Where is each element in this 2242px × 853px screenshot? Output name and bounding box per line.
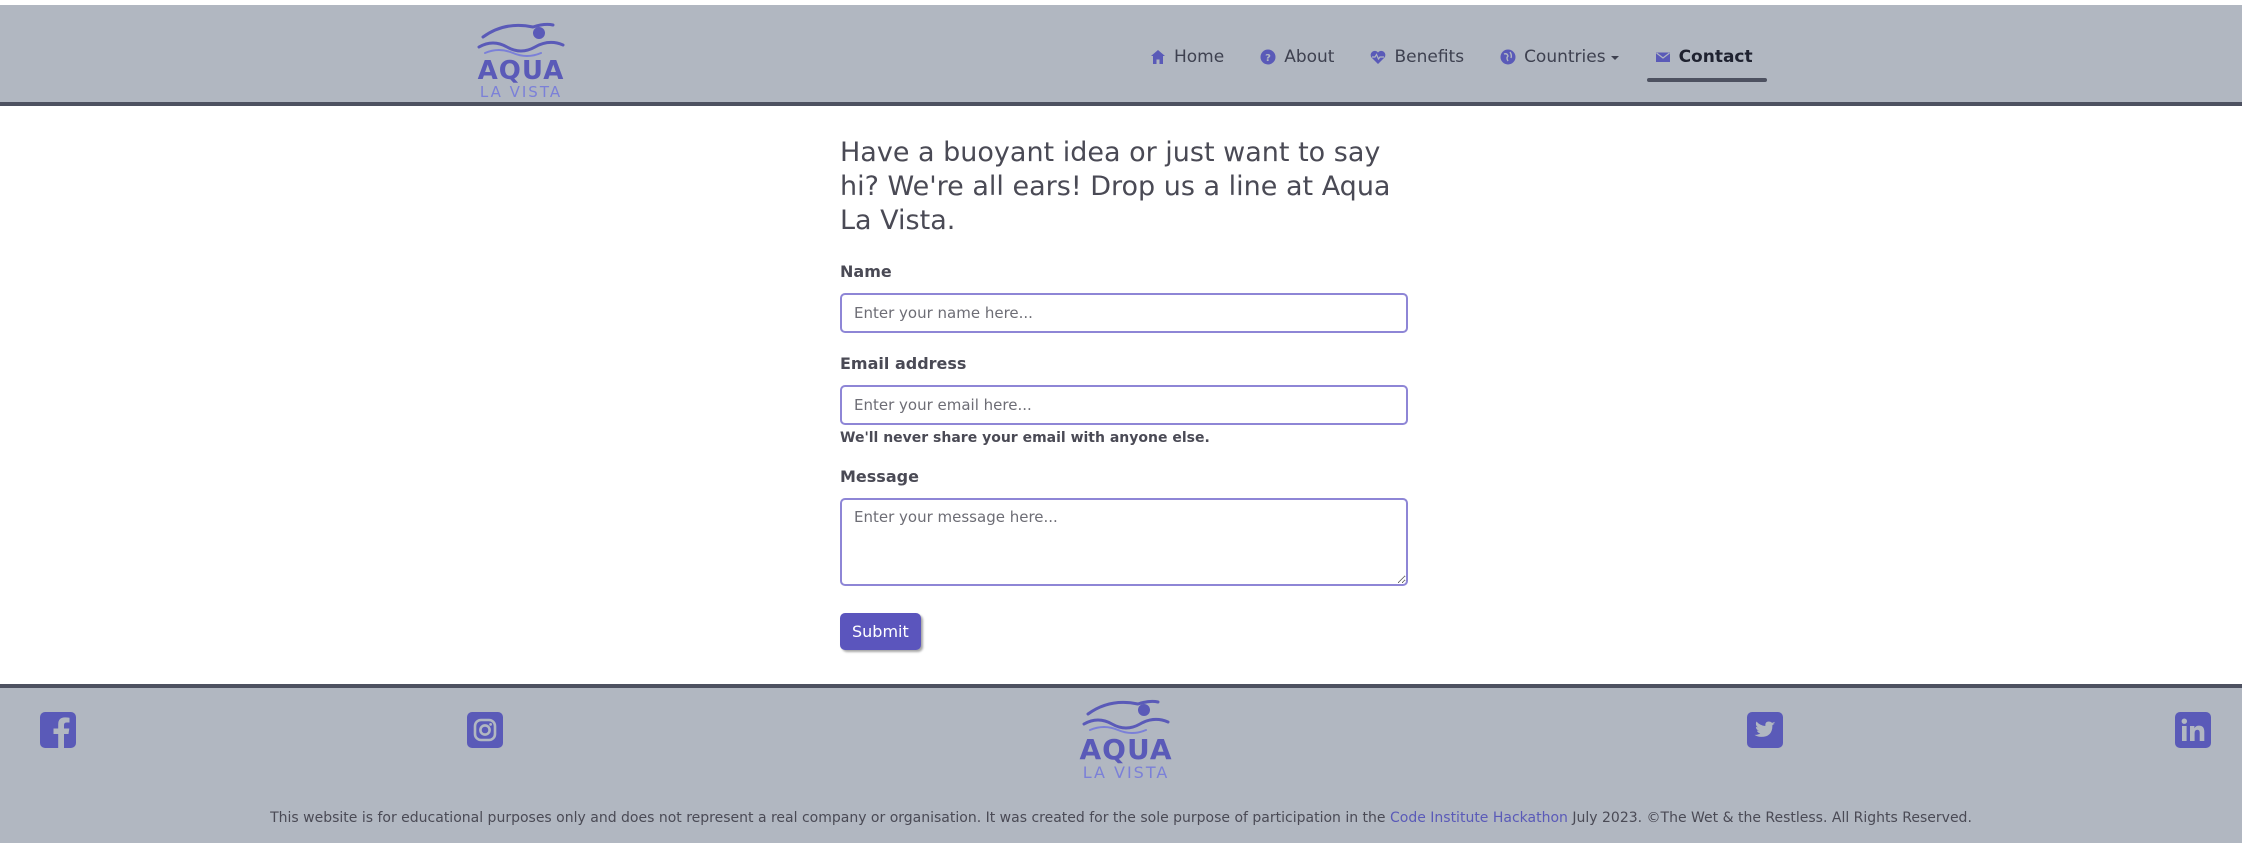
footer: AQUA LA VISTA This website is for educat… <box>0 684 2242 843</box>
nav-label-countries: Countries <box>1524 47 1606 67</box>
nav-item-benefits[interactable]: Benefits <box>1370 42 1464 72</box>
facebook-link[interactable] <box>40 712 76 748</box>
email-input[interactable] <box>840 385 1408 425</box>
name-label: Name <box>840 262 892 281</box>
nav-label-benefits: Benefits <box>1394 47 1465 67</box>
envelope-icon <box>1655 52 1670 62</box>
swimmer-logo-icon <box>1082 699 1170 734</box>
main-menu: Home ? About Benefits Countries Contact <box>1150 42 1789 82</box>
twitter-icon <box>1747 712 1783 748</box>
question-circle-icon: ? <box>1260 49 1276 65</box>
disclaimer-text-start: This website is for educational purposes… <box>270 810 1390 826</box>
nav-item-countries[interactable]: Countries <box>1500 42 1619 72</box>
linkedin-link[interactable] <box>2175 712 2211 748</box>
page-title: Have a buoyant idea or just want to say … <box>840 137 1391 236</box>
contact-section: Have a buoyant idea or just want to say … <box>840 136 1410 650</box>
submit-button[interactable]: Submit <box>840 613 921 650</box>
nav-item-contact[interactable]: Contact <box>1646 42 1767 82</box>
brand-logo[interactable]: AQUA LA VISTA <box>477 19 565 101</box>
disclaimer-text-end: July 2023. ©The Wet & the Restless. All … <box>1567 810 1972 826</box>
name-input[interactable] <box>840 293 1408 333</box>
linkedin-icon <box>2175 712 2211 748</box>
footer-disclaimer: This website is for educational purposes… <box>0 810 2242 826</box>
bottom-strip <box>0 843 2242 853</box>
nav-item-home[interactable]: Home <box>1150 42 1224 72</box>
footer-brand-logo[interactable]: AQUA LA VISTA <box>1076 696 1176 782</box>
email-help-text: We'll never share your email with anyone… <box>840 430 1210 446</box>
nav-label-contact: Contact <box>1678 47 1753 67</box>
svg-text:?: ? <box>1265 53 1271 64</box>
message-label: Message <box>840 467 919 486</box>
email-label: Email address <box>840 354 967 373</box>
globe-icon <box>1500 49 1516 65</box>
nav-label-about: About <box>1284 47 1335 67</box>
heart-pulse-icon <box>1371 50 1386 64</box>
home-icon <box>1151 50 1165 64</box>
footer-brand-name-top: AQUA <box>1079 733 1173 766</box>
chevron-down-icon <box>1610 56 1619 60</box>
code-institute-hackathon-link[interactable]: Code Institute Hackathon <box>1390 810 1568 826</box>
navbar: AQUA LA VISTA Home ? About Benefits Coun… <box>0 5 2242 106</box>
contact-form: Name Email address We'll never share you… <box>840 262 1410 650</box>
instagram-icon <box>467 712 503 748</box>
nav-item-about[interactable]: ? About <box>1260 42 1334 72</box>
instagram-link[interactable] <box>467 712 503 748</box>
twitter-link[interactable] <box>1747 712 1783 748</box>
footer-brand-name-bottom: LA VISTA <box>1082 763 1170 782</box>
message-textarea[interactable] <box>840 498 1408 586</box>
facebook-icon <box>40 712 76 748</box>
brand-name-top: AQUA <box>477 56 565 86</box>
nav-label-home: Home <box>1174 47 1225 67</box>
brand-name-bottom: LA VISTA <box>479 83 563 101</box>
swimmer-logo-icon <box>477 22 565 57</box>
